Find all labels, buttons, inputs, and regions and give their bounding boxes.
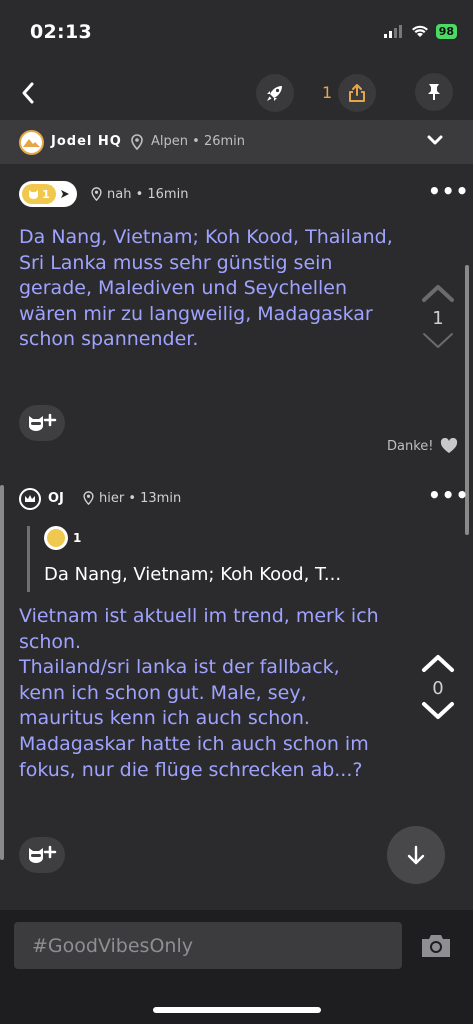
boost-button[interactable] (256, 74, 294, 112)
post-2: OJ hier • 13min ••• 1 Da Nang, Vietnam; … (0, 474, 473, 884)
location-pin-icon (91, 187, 102, 201)
arrow-down-icon (407, 845, 425, 865)
scroll-down-button[interactable] (387, 826, 445, 884)
location-pin-icon (83, 491, 94, 505)
rocket-icon (267, 86, 282, 101)
home-indicator (153, 1007, 321, 1013)
post-meta: nah • 16min (107, 187, 188, 202)
quote-badge-inner (47, 529, 65, 547)
more-options-icon[interactable]: ••• (428, 483, 469, 507)
status-bar: 02:13 98 (0, 0, 473, 66)
quoted-post[interactable]: 1 Da Nang, Vietnam; Koh Kood, T... (27, 526, 407, 592)
channel-bar[interactable]: Jodel HQ Alpen • 26min (0, 120, 473, 164)
composer (0, 910, 473, 1024)
channel-meta: Alpen • 26min (151, 134, 245, 149)
mountain-logo-icon (23, 139, 40, 147)
send-arrow-icon (61, 190, 69, 198)
status-icons: 98 (383, 24, 457, 39)
cat-plus-icon (29, 845, 57, 863)
channel-logo (19, 130, 44, 155)
upvote-icon[interactable] (420, 282, 456, 304)
pin-icon (428, 84, 440, 100)
badge-number: 1 (42, 187, 50, 201)
post-text: Vietnam ist aktuell im trend, merk ich s… (19, 604, 399, 783)
badge-inner: 1 (22, 184, 56, 204)
post-meta: hier • 13min (99, 491, 181, 506)
reply-input[interactable] (14, 922, 402, 969)
upvote-icon[interactable] (420, 652, 456, 674)
post-line: schon. (19, 630, 82, 653)
op-crown-badge (19, 488, 41, 510)
quote-text: Da Nang, Vietnam; Koh Kood, T... (44, 564, 342, 585)
vote-control: 0 (418, 652, 458, 725)
post-location: hier (99, 491, 125, 506)
camera-button[interactable] (419, 932, 453, 964)
vote-count: 1 (432, 308, 444, 329)
add-reaction-button[interactable] (19, 837, 65, 873)
vote-control: 1 (418, 282, 458, 355)
more-options-icon[interactable]: ••• (428, 179, 469, 203)
channel-name: Jodel HQ (51, 134, 122, 149)
channel-location: Alpen (151, 134, 188, 149)
post-line: Vietnam ist aktuell im trend, merk ich (19, 605, 379, 627)
quote-number: 1 (73, 531, 82, 545)
post-age: • 13min (128, 491, 182, 506)
pin-button[interactable] (415, 73, 453, 111)
battery-indicator: 98 (435, 24, 457, 39)
post-line: mauritus kenn ich auch schon. (19, 707, 310, 730)
vote-count: 0 (432, 678, 444, 699)
camera-icon (422, 935, 450, 957)
author-label: OJ (48, 491, 64, 506)
heart-icon (440, 438, 457, 453)
downvote-icon[interactable] (420, 329, 456, 351)
share-button[interactable] (338, 74, 376, 112)
thanks-button[interactable]: Danke! (387, 438, 458, 454)
crown-icon (25, 495, 35, 502)
thanks-label: Danke! (387, 438, 434, 454)
location-pin-icon (131, 134, 143, 150)
reply-badge[interactable]: 1 (19, 181, 77, 207)
cat-icon (29, 190, 39, 199)
wifi-icon (411, 25, 428, 37)
chevron-down-icon[interactable] (426, 133, 444, 147)
post-line: fokus, nur die flüge schrecken ab...? (19, 758, 363, 781)
chevron-left-icon (22, 82, 34, 104)
channel-age: • 26min (192, 134, 245, 149)
back-button[interactable] (14, 78, 44, 108)
post-line: kenn ich schon gut. Male, sey, (19, 681, 307, 704)
quote-badge (44, 526, 68, 550)
downvote-icon[interactable] (420, 699, 456, 721)
top-nav: 1 (0, 66, 473, 120)
signal-icon (383, 25, 402, 38)
add-reaction-button[interactable] (19, 405, 65, 441)
post-line: Madagaskar hatte ich auch schon im (19, 732, 369, 755)
post-location: nah (107, 187, 132, 202)
post-1: 1 nah • 16min ••• Da Nang, Vietnam; Koh … (0, 164, 473, 474)
cat-plus-icon (29, 413, 57, 431)
post-line: Thailand/sri lanka ist der fallback, (19, 656, 340, 679)
status-time: 02:13 (30, 21, 92, 43)
share-icon (349, 84, 365, 102)
share-count: 1 (322, 83, 333, 102)
post-text: Da Nang, Vietnam; Koh Kood, Thailand, Sr… (19, 226, 393, 351)
post-age: • 16min (135, 187, 189, 202)
